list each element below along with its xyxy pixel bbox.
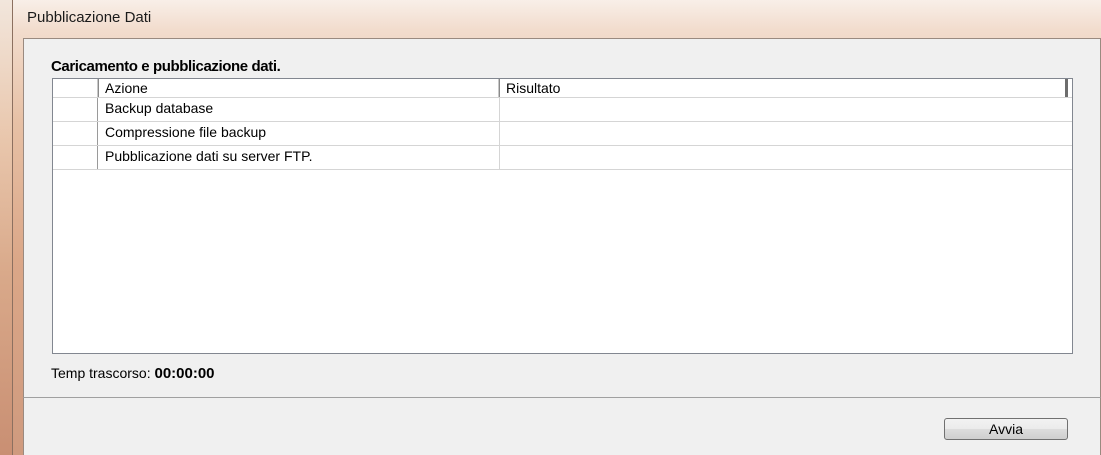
title-bar[interactable]: Pubblicazione Dati <box>13 0 1101 36</box>
start-button[interactable]: Avvia <box>944 418 1068 440</box>
row-selector[interactable] <box>53 122 98 145</box>
column-header-azione[interactable]: Azione <box>98 79 499 97</box>
cell-risultato[interactable] <box>500 122 1072 145</box>
section-heading: Caricamento e pubblicazione dati. <box>51 58 281 75</box>
cell-risultato[interactable] <box>500 146 1072 169</box>
table-row[interactable]: Pubblicazione dati su server FTP. <box>53 146 1072 170</box>
elapsed-time-status: Temp trascorso: 00:00:00 <box>51 365 215 382</box>
cell-azione[interactable]: Pubblicazione dati su server FTP. <box>98 146 500 169</box>
grid-corner-header[interactable] <box>53 79 98 97</box>
dialog-window: Pubblicazione Dati Caricamento e pubblic… <box>12 0 1101 455</box>
row-selector[interactable] <box>53 146 98 169</box>
actions-grid[interactable]: Azione Risultato Backup database Compres… <box>52 78 1073 354</box>
cell-azione[interactable]: Compressione file backup <box>98 122 500 145</box>
grid-header: Azione Risultato <box>53 79 1072 98</box>
cell-azione[interactable]: Backup database <box>98 98 500 121</box>
table-row[interactable]: Compressione file backup <box>53 122 1072 146</box>
row-selector[interactable] <box>53 98 98 121</box>
cell-risultato[interactable] <box>500 98 1072 121</box>
dialog-content: Caricamento e pubblicazione dati. Azione… <box>23 38 1101 398</box>
header-end-marker <box>1065 79 1068 97</box>
dialog-footer: Avvia <box>23 397 1101 455</box>
table-row[interactable]: Backup database <box>53 98 1072 122</box>
elapsed-time-label: Temp trascorso: <box>51 365 151 381</box>
column-header-risultato[interactable]: Risultato <box>499 79 1066 97</box>
window-title: Pubblicazione Dati <box>27 9 152 26</box>
elapsed-time-value: 00:00:00 <box>154 365 215 382</box>
